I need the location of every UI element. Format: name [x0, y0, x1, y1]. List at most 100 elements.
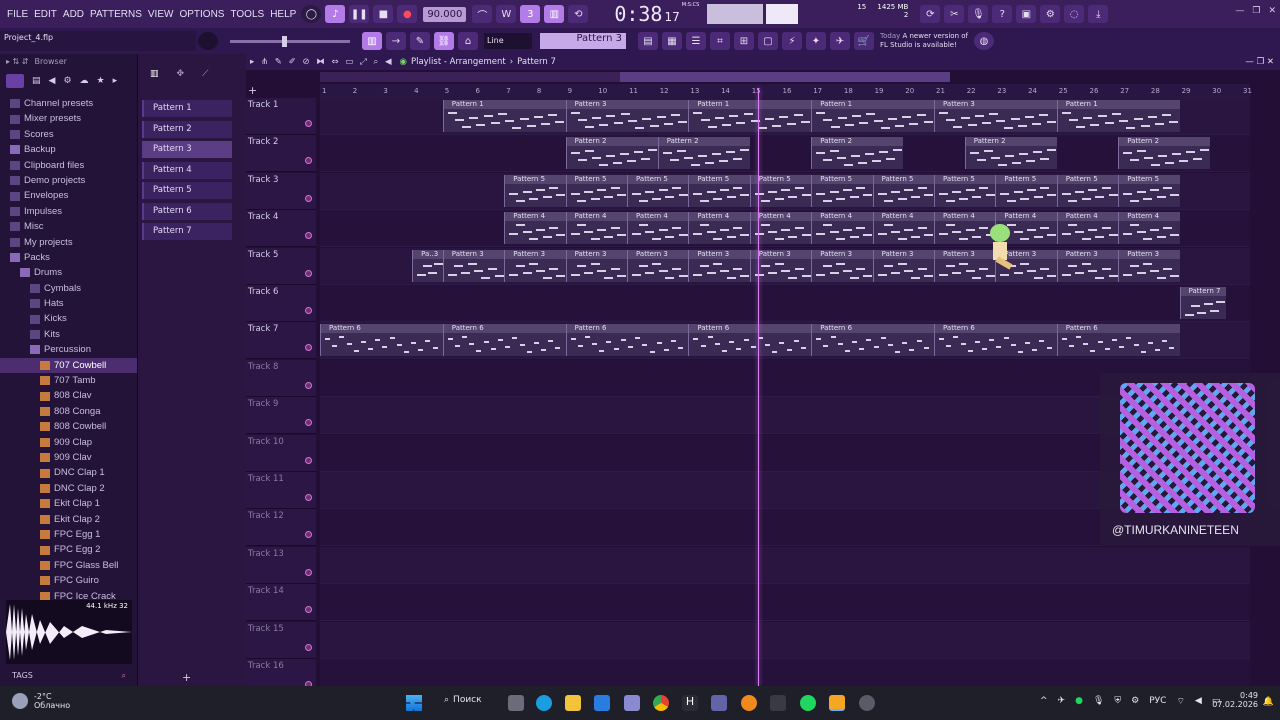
- playlist-window-controls[interactable]: — ❐ ✕: [1245, 57, 1274, 67]
- pattern-clip[interactable]: Pattern 4: [749, 212, 812, 245]
- menu-tools[interactable]: TOOLS: [227, 9, 267, 20]
- weather-widget[interactable]: -2°C Облачно: [12, 692, 70, 710]
- pattern-clip[interactable]: Pattern 3: [811, 249, 873, 282]
- pattern-clip[interactable]: Pattern 3: [1118, 249, 1180, 282]
- teams-icon[interactable]: [711, 695, 727, 711]
- record-button[interactable]: ●: [397, 5, 418, 23]
- menu-patterns[interactable]: PATTERNS: [87, 9, 145, 20]
- browser-item[interactable]: 707 Tamb: [0, 373, 137, 388]
- hint-icon[interactable]: ◯: [301, 5, 322, 23]
- mixer-icon[interactable]: ☰: [686, 32, 706, 50]
- pattern-clip[interactable]: Pattern 5: [749, 174, 812, 207]
- undo-icon[interactable]: ⟳: [920, 5, 941, 23]
- browser-item[interactable]: Ekit Clap 1: [0, 496, 137, 511]
- plugin-picker-icon[interactable]: ⊞: [734, 32, 754, 50]
- track-lane[interactable]: [320, 621, 1250, 659]
- pattern-clip[interactable]: Pattern 4: [1118, 212, 1180, 245]
- browser-item[interactable]: Ekit Clap 2: [0, 512, 137, 527]
- track-header[interactable]: Track 10: [246, 434, 316, 472]
- pattern-clip[interactable]: Pattern 3: [565, 100, 689, 132]
- volume-icon[interactable]: ◀: [1195, 696, 1202, 707]
- track-header[interactable]: Track 9: [246, 397, 316, 435]
- help-icon[interactable]: ?: [992, 5, 1013, 23]
- scroll-thumb[interactable]: [620, 72, 950, 82]
- browser-item[interactable]: 808 Conga: [0, 404, 137, 419]
- track-lane[interactable]: [320, 285, 1250, 322]
- browser-item[interactable]: Packs: [0, 250, 137, 265]
- browser-item[interactable]: FPC Egg 1: [0, 527, 137, 542]
- menu-options[interactable]: OPTIONS: [176, 9, 227, 20]
- track-mute-icon[interactable]: [305, 456, 312, 464]
- tray-chevron-icon[interactable]: ^: [1040, 696, 1048, 707]
- browser-item[interactable]: Demo projects: [0, 173, 137, 188]
- master-volume-knob[interactable]: [198, 32, 218, 50]
- browser-item[interactable]: 909 Clav: [0, 450, 137, 465]
- terminal-icon[interactable]: [770, 695, 786, 711]
- fl-studio-active-icon[interactable]: [829, 695, 845, 711]
- track-header[interactable]: Track 8: [246, 359, 316, 397]
- browser-item[interactable]: FPC Guiro: [0, 573, 137, 588]
- browser-item[interactable]: 707 Cowbell: [0, 357, 137, 374]
- browser-item[interactable]: Kits: [0, 327, 137, 342]
- pencil-icon[interactable]: ✎: [410, 32, 430, 50]
- pattern-clip[interactable]: Pattern 3: [442, 249, 505, 282]
- track-mute-icon[interactable]: [305, 157, 312, 165]
- fl-studio-icon[interactable]: [741, 695, 757, 711]
- wait-input-icon[interactable]: W: [496, 5, 517, 23]
- wifi-icon[interactable]: ⌔: [1176, 696, 1184, 707]
- pattern-clip[interactable]: Pattern 5: [565, 174, 627, 207]
- chat-icon[interactable]: ◌: [1064, 5, 1085, 23]
- pattern-clip[interactable]: Pa..3: [412, 249, 443, 282]
- track-mute-icon[interactable]: [305, 606, 312, 614]
- track-lane[interactable]: [320, 546, 1250, 584]
- app-icon[interactable]: [624, 695, 640, 711]
- pattern-item[interactable]: Pattern 5: [142, 182, 232, 199]
- pattern-clip[interactable]: Pattern 5: [934, 174, 996, 207]
- track-mute-icon[interactable]: [305, 307, 312, 314]
- all-icon[interactable]: [6, 74, 24, 88]
- browser-item[interactable]: Cymbals: [0, 281, 137, 296]
- track-mute-icon[interactable]: [305, 120, 312, 127]
- pattern-item[interactable]: Pattern 4: [142, 161, 232, 179]
- close-icon[interactable]: ✕: [1268, 6, 1276, 16]
- browser-item[interactable]: 808 Cowbell: [0, 419, 137, 434]
- browser-item[interactable]: Drums: [0, 265, 137, 280]
- master-pitch-slider[interactable]: [230, 35, 350, 47]
- pause-button[interactable]: ❚❚: [349, 5, 370, 23]
- track-mute-icon[interactable]: [305, 344, 312, 352]
- more-icon[interactable]: ▸: [113, 76, 118, 86]
- pattern-clip[interactable]: Pattern 7: [1179, 287, 1226, 319]
- browser-item[interactable]: FPC Glass Bell: [0, 558, 137, 573]
- star-icon[interactable]: ★: [97, 76, 105, 86]
- arrow-icon[interactable]: →: [386, 32, 406, 50]
- playlist-tools-icon[interactable]: ▸ ⋔ ✎ ✐ ⊘ ⧓ ⇔ ▭ ⤢ ⌕ ◀: [250, 57, 394, 67]
- pattern-clip[interactable]: Pattern 4: [627, 212, 689, 245]
- pattern-clip[interactable]: Pattern 4: [688, 212, 750, 245]
- track-header[interactable]: Track 1: [246, 98, 316, 135]
- tray-spotify-icon[interactable]: ●: [1075, 696, 1083, 707]
- taskbar-clock[interactable]: 0:49 07.02.2026: [1212, 691, 1258, 709]
- browser-item[interactable]: 909 Clap: [0, 435, 137, 450]
- track-header[interactable]: Track 5: [246, 247, 316, 285]
- pattern-clip[interactable]: Pattern 5: [872, 174, 934, 207]
- start-icon[interactable]: [406, 695, 422, 711]
- menu-help[interactable]: HELP: [267, 9, 299, 20]
- pattern-clip[interactable]: Pattern 5: [1118, 174, 1180, 207]
- track-header[interactable]: Track 11: [246, 472, 316, 509]
- browser-item[interactable]: Channel presets: [0, 96, 137, 111]
- playhead[interactable]: [758, 88, 759, 686]
- tempo-tapper-icon[interactable]: ✦: [806, 32, 826, 50]
- pattern-clip[interactable]: Pattern 5: [688, 174, 750, 207]
- track-header[interactable]: Track 3: [246, 172, 316, 210]
- browser-item[interactable]: Percussion: [0, 342, 137, 357]
- explorer-icon[interactable]: [565, 695, 581, 711]
- cut-icon[interactable]: ✂: [944, 5, 965, 23]
- track-mute-icon[interactable]: [305, 531, 312, 539]
- pattern-item[interactable]: Pattern 6: [142, 202, 232, 220]
- pattern-clip[interactable]: Pattern 6: [442, 324, 566, 357]
- metronome-icon[interactable]: ⌒: [472, 5, 493, 23]
- pattern-clip[interactable]: Pattern 3: [1056, 249, 1119, 282]
- touch-controller-icon[interactable]: ⚡: [782, 32, 802, 50]
- pattern-clip[interactable]: Pattern 3: [934, 249, 996, 282]
- track-lane[interactable]: [320, 135, 1250, 173]
